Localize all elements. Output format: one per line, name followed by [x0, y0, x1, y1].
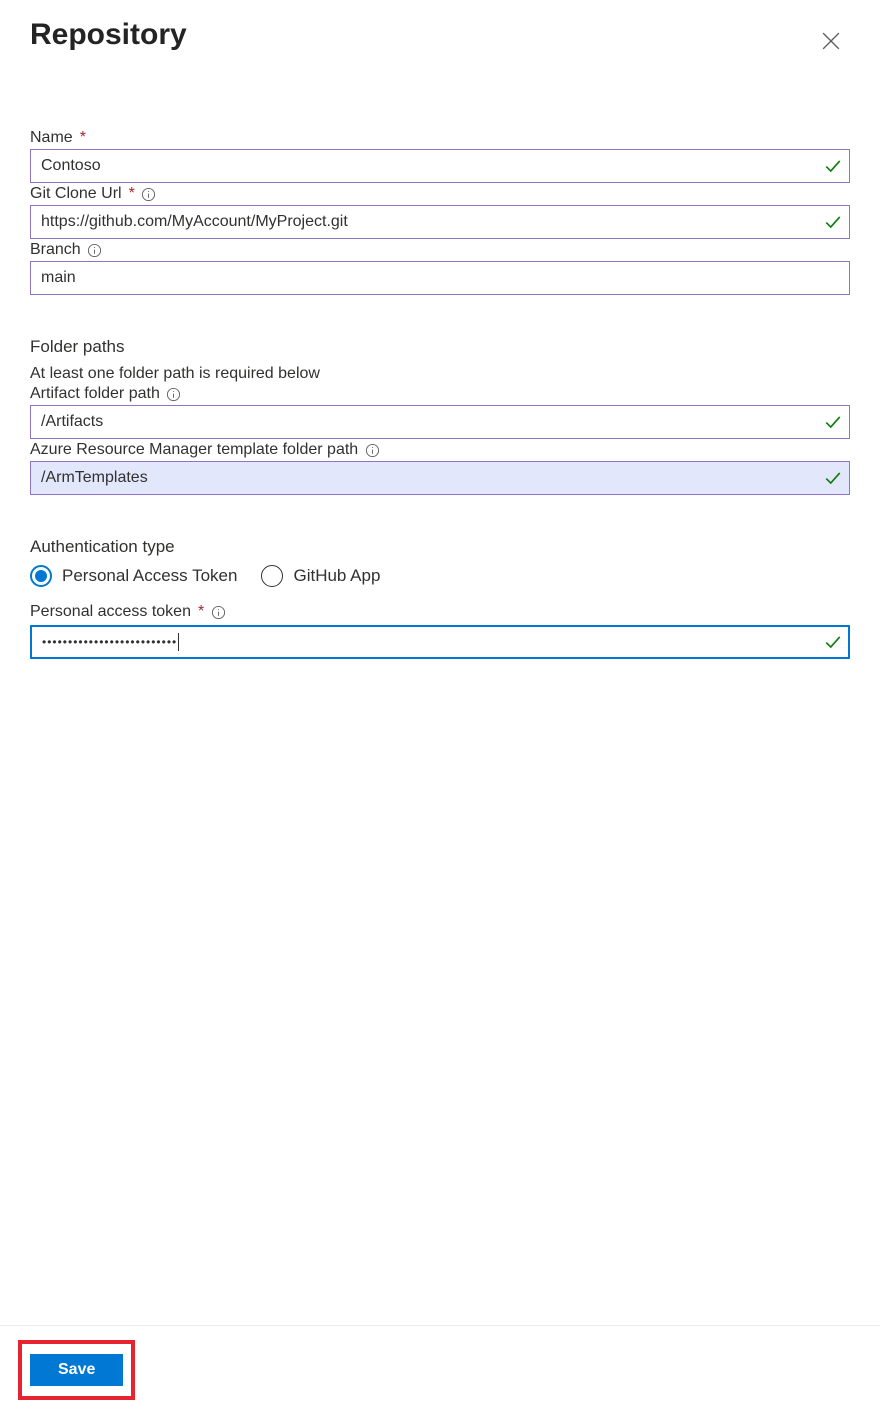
token-label: Personal access token: [30, 603, 191, 621]
auth-title: Authentication type: [30, 537, 850, 557]
folder-paths-title: Folder paths: [30, 337, 850, 357]
radio-unselected-icon: [261, 565, 283, 587]
arm-path-label: Azure Resource Manager template folder p…: [30, 441, 358, 459]
field-git-url: Git Clone Url *: [30, 185, 850, 239]
artifact-path-input[interactable]: [30, 405, 850, 439]
git-url-label: Git Clone Url: [30, 185, 122, 203]
token-input[interactable]: ••••••••••••••••••••••••••: [30, 625, 850, 659]
save-highlight-annotation: Save: [18, 1340, 135, 1400]
page-title: Repository: [30, 18, 187, 52]
field-artifact-path: Artifact folder path: [30, 385, 850, 439]
radio-github-app[interactable]: GitHub App: [261, 565, 380, 587]
field-name: Name *: [30, 129, 850, 183]
field-branch: Branch: [30, 241, 850, 295]
git-url-input[interactable]: [30, 205, 850, 239]
check-icon: [824, 213, 842, 231]
required-indicator: *: [198, 603, 204, 621]
required-indicator: *: [80, 129, 86, 147]
arm-path-input[interactable]: [30, 461, 850, 495]
radio-pat[interactable]: Personal Access Token: [30, 565, 237, 587]
auth-radio-group: Personal Access Token GitHub App: [30, 565, 850, 587]
info-icon[interactable]: [166, 386, 182, 402]
panel-footer: Save: [0, 1325, 880, 1414]
branch-label: Branch: [30, 241, 81, 259]
branch-input[interactable]: [30, 261, 850, 295]
check-icon: [824, 469, 842, 487]
info-icon[interactable]: [141, 186, 157, 202]
name-input[interactable]: [30, 149, 850, 183]
panel-header: Repository: [30, 18, 850, 57]
name-label: Name: [30, 129, 73, 147]
radio-pat-label: Personal Access Token: [62, 566, 237, 586]
field-arm-path: Azure Resource Manager template folder p…: [30, 441, 850, 495]
field-token: Personal access token * ••••••••••••••••…: [30, 603, 850, 659]
close-icon: [822, 38, 840, 53]
check-icon: [824, 633, 842, 651]
info-icon[interactable]: [210, 604, 226, 620]
save-button[interactable]: Save: [30, 1354, 123, 1386]
token-masked-value: ••••••••••••••••••••••••••: [32, 630, 177, 654]
folder-paths-subtitle: At least one folder path is required bel…: [30, 365, 850, 383]
info-icon[interactable]: [364, 442, 380, 458]
info-icon[interactable]: [87, 242, 103, 258]
close-button[interactable]: [818, 28, 844, 57]
radio-selected-icon: [30, 565, 52, 587]
artifact-path-label: Artifact folder path: [30, 385, 160, 403]
check-icon: [824, 413, 842, 431]
check-icon: [824, 157, 842, 175]
text-cursor: [178, 633, 179, 651]
radio-github-label: GitHub App: [293, 566, 380, 586]
required-indicator: *: [129, 185, 135, 203]
